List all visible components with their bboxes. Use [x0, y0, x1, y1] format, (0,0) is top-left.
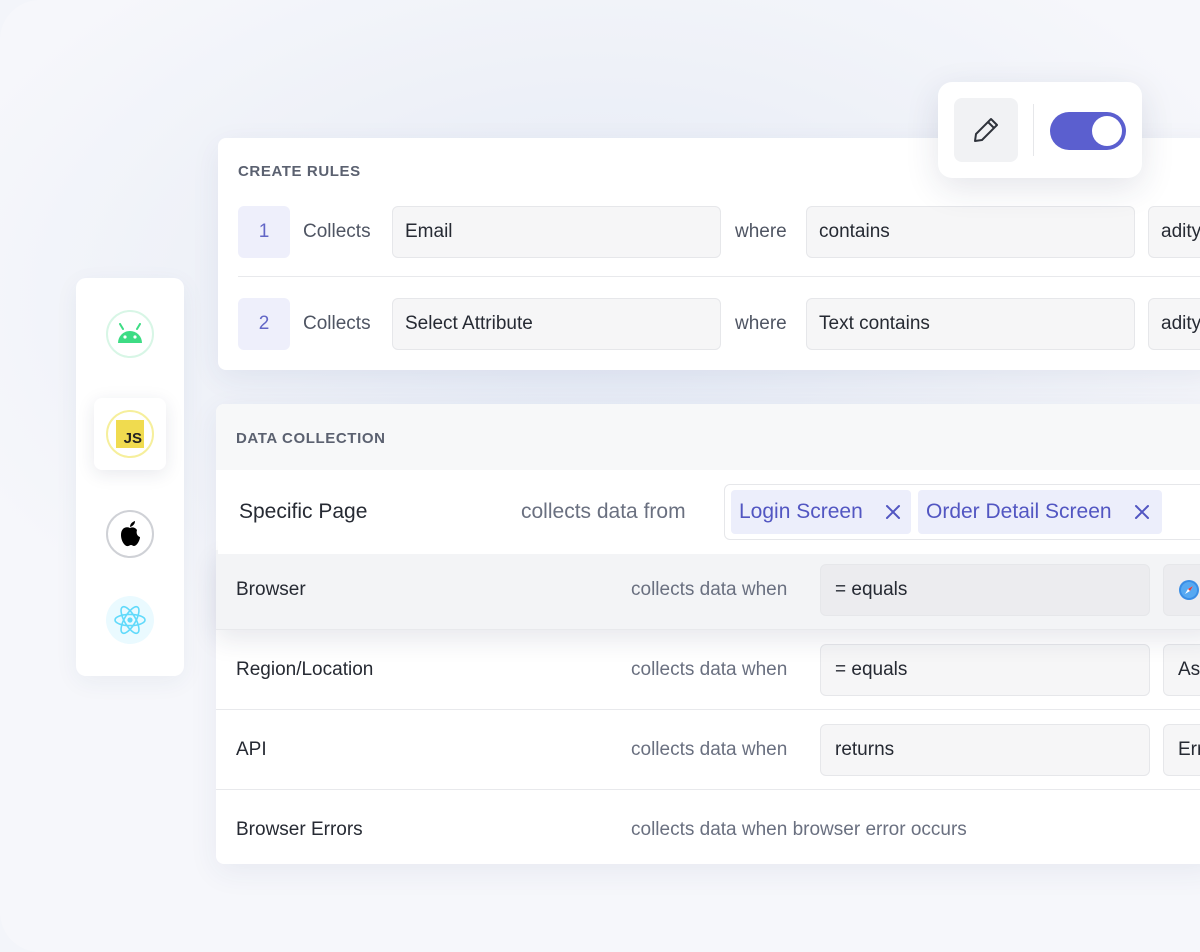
data-row-middle: collects data when	[631, 579, 788, 600]
rule-value-input[interactable]: adity	[1148, 206, 1200, 258]
rule-collects-label: Collects	[303, 221, 371, 242]
operator-select[interactable]: returns	[820, 724, 1150, 776]
rule-row-2: 2 Collects Select Attribute where Text c…	[238, 298, 1200, 350]
rule-operator-select[interactable]: Text contains	[806, 298, 1135, 350]
data-row-middle: collects data when	[631, 739, 788, 760]
rule-value-input[interactable]: adity	[1148, 298, 1200, 350]
operator-select[interactable]: = equals	[820, 564, 1150, 616]
data-collection-title: DATA COLLECTION	[236, 430, 386, 447]
rule-collects-label: Collects	[303, 313, 371, 334]
toolbar-divider	[1033, 104, 1034, 156]
data-row-label: API	[236, 739, 267, 760]
data-row-middle: collects data when	[631, 659, 788, 680]
region-value-select[interactable]: As	[1163, 644, 1200, 696]
data-row-browser: Browser collects data when = equals	[216, 550, 1200, 630]
api-value-select[interactable]: Err	[1163, 724, 1200, 776]
platform-javascript[interactable]: JS	[94, 398, 166, 470]
android-icon	[106, 310, 154, 358]
chip-label: Order Detail Screen	[926, 500, 1112, 523]
chip-login-screen: Login Screen	[731, 490, 911, 534]
edit-button[interactable]	[954, 98, 1018, 162]
rule-attribute-select[interactable]: Email	[392, 206, 721, 258]
data-row-middle: collects data when browser error occurs	[631, 819, 967, 840]
data-row-browser-errors: Browser Errors collects data when browse…	[216, 790, 1200, 864]
rule-enabled-toggle[interactable]	[1050, 112, 1126, 150]
platform-selector: JS	[76, 278, 184, 676]
page-multiselect[interactable]: Login Screen Order Detail Screen	[724, 484, 1200, 540]
rule-where-label: where	[735, 221, 787, 242]
data-collection-header: DATA COLLECTION	[216, 404, 1200, 470]
rule-toolbar	[938, 82, 1142, 178]
javascript-icon: JS	[106, 410, 154, 458]
data-row-label: Browser	[236, 579, 306, 600]
platform-ios[interactable]	[94, 498, 166, 570]
specific-page-middle: collects data from	[521, 500, 686, 523]
create-rules-title: CREATE RULES	[238, 163, 361, 180]
rule-attribute-select[interactable]: Select Attribute	[392, 298, 721, 350]
platform-android[interactable]	[94, 298, 166, 370]
data-row-label: Browser Errors	[236, 819, 363, 840]
chip-label: Login Screen	[739, 500, 863, 523]
browser-value-select[interactable]	[1163, 564, 1200, 616]
rule-operator-select[interactable]: contains	[806, 206, 1135, 258]
specific-page-label: Specific Page	[239, 500, 368, 523]
rule-number: 1	[238, 206, 290, 258]
safari-icon	[1179, 580, 1199, 600]
data-row-api: API collects data when returns Err	[216, 710, 1200, 790]
rule-divider	[238, 276, 1200, 277]
toggle-knob	[1092, 116, 1122, 146]
rule-where-label: where	[735, 313, 787, 334]
close-icon[interactable]	[883, 490, 903, 534]
operator-select[interactable]: = equals	[820, 644, 1150, 696]
javascript-label: JS	[123, 430, 142, 447]
apple-icon	[106, 510, 154, 558]
canvas-background: JS CREATE RULES 1 Collects Email where c…	[0, 0, 1200, 952]
close-icon[interactable]	[1132, 490, 1152, 534]
pencil-icon	[974, 118, 998, 142]
data-row-region: Region/Location collects data when = equ…	[216, 630, 1200, 710]
rule-number: 2	[238, 298, 290, 350]
rule-row-1: 1 Collects Email where contains adity	[238, 206, 1200, 258]
react-icon	[106, 596, 154, 644]
chip-order-detail-screen: Order Detail Screen	[918, 490, 1162, 534]
data-row-label: Region/Location	[236, 659, 374, 680]
platform-react[interactable]	[94, 584, 166, 656]
